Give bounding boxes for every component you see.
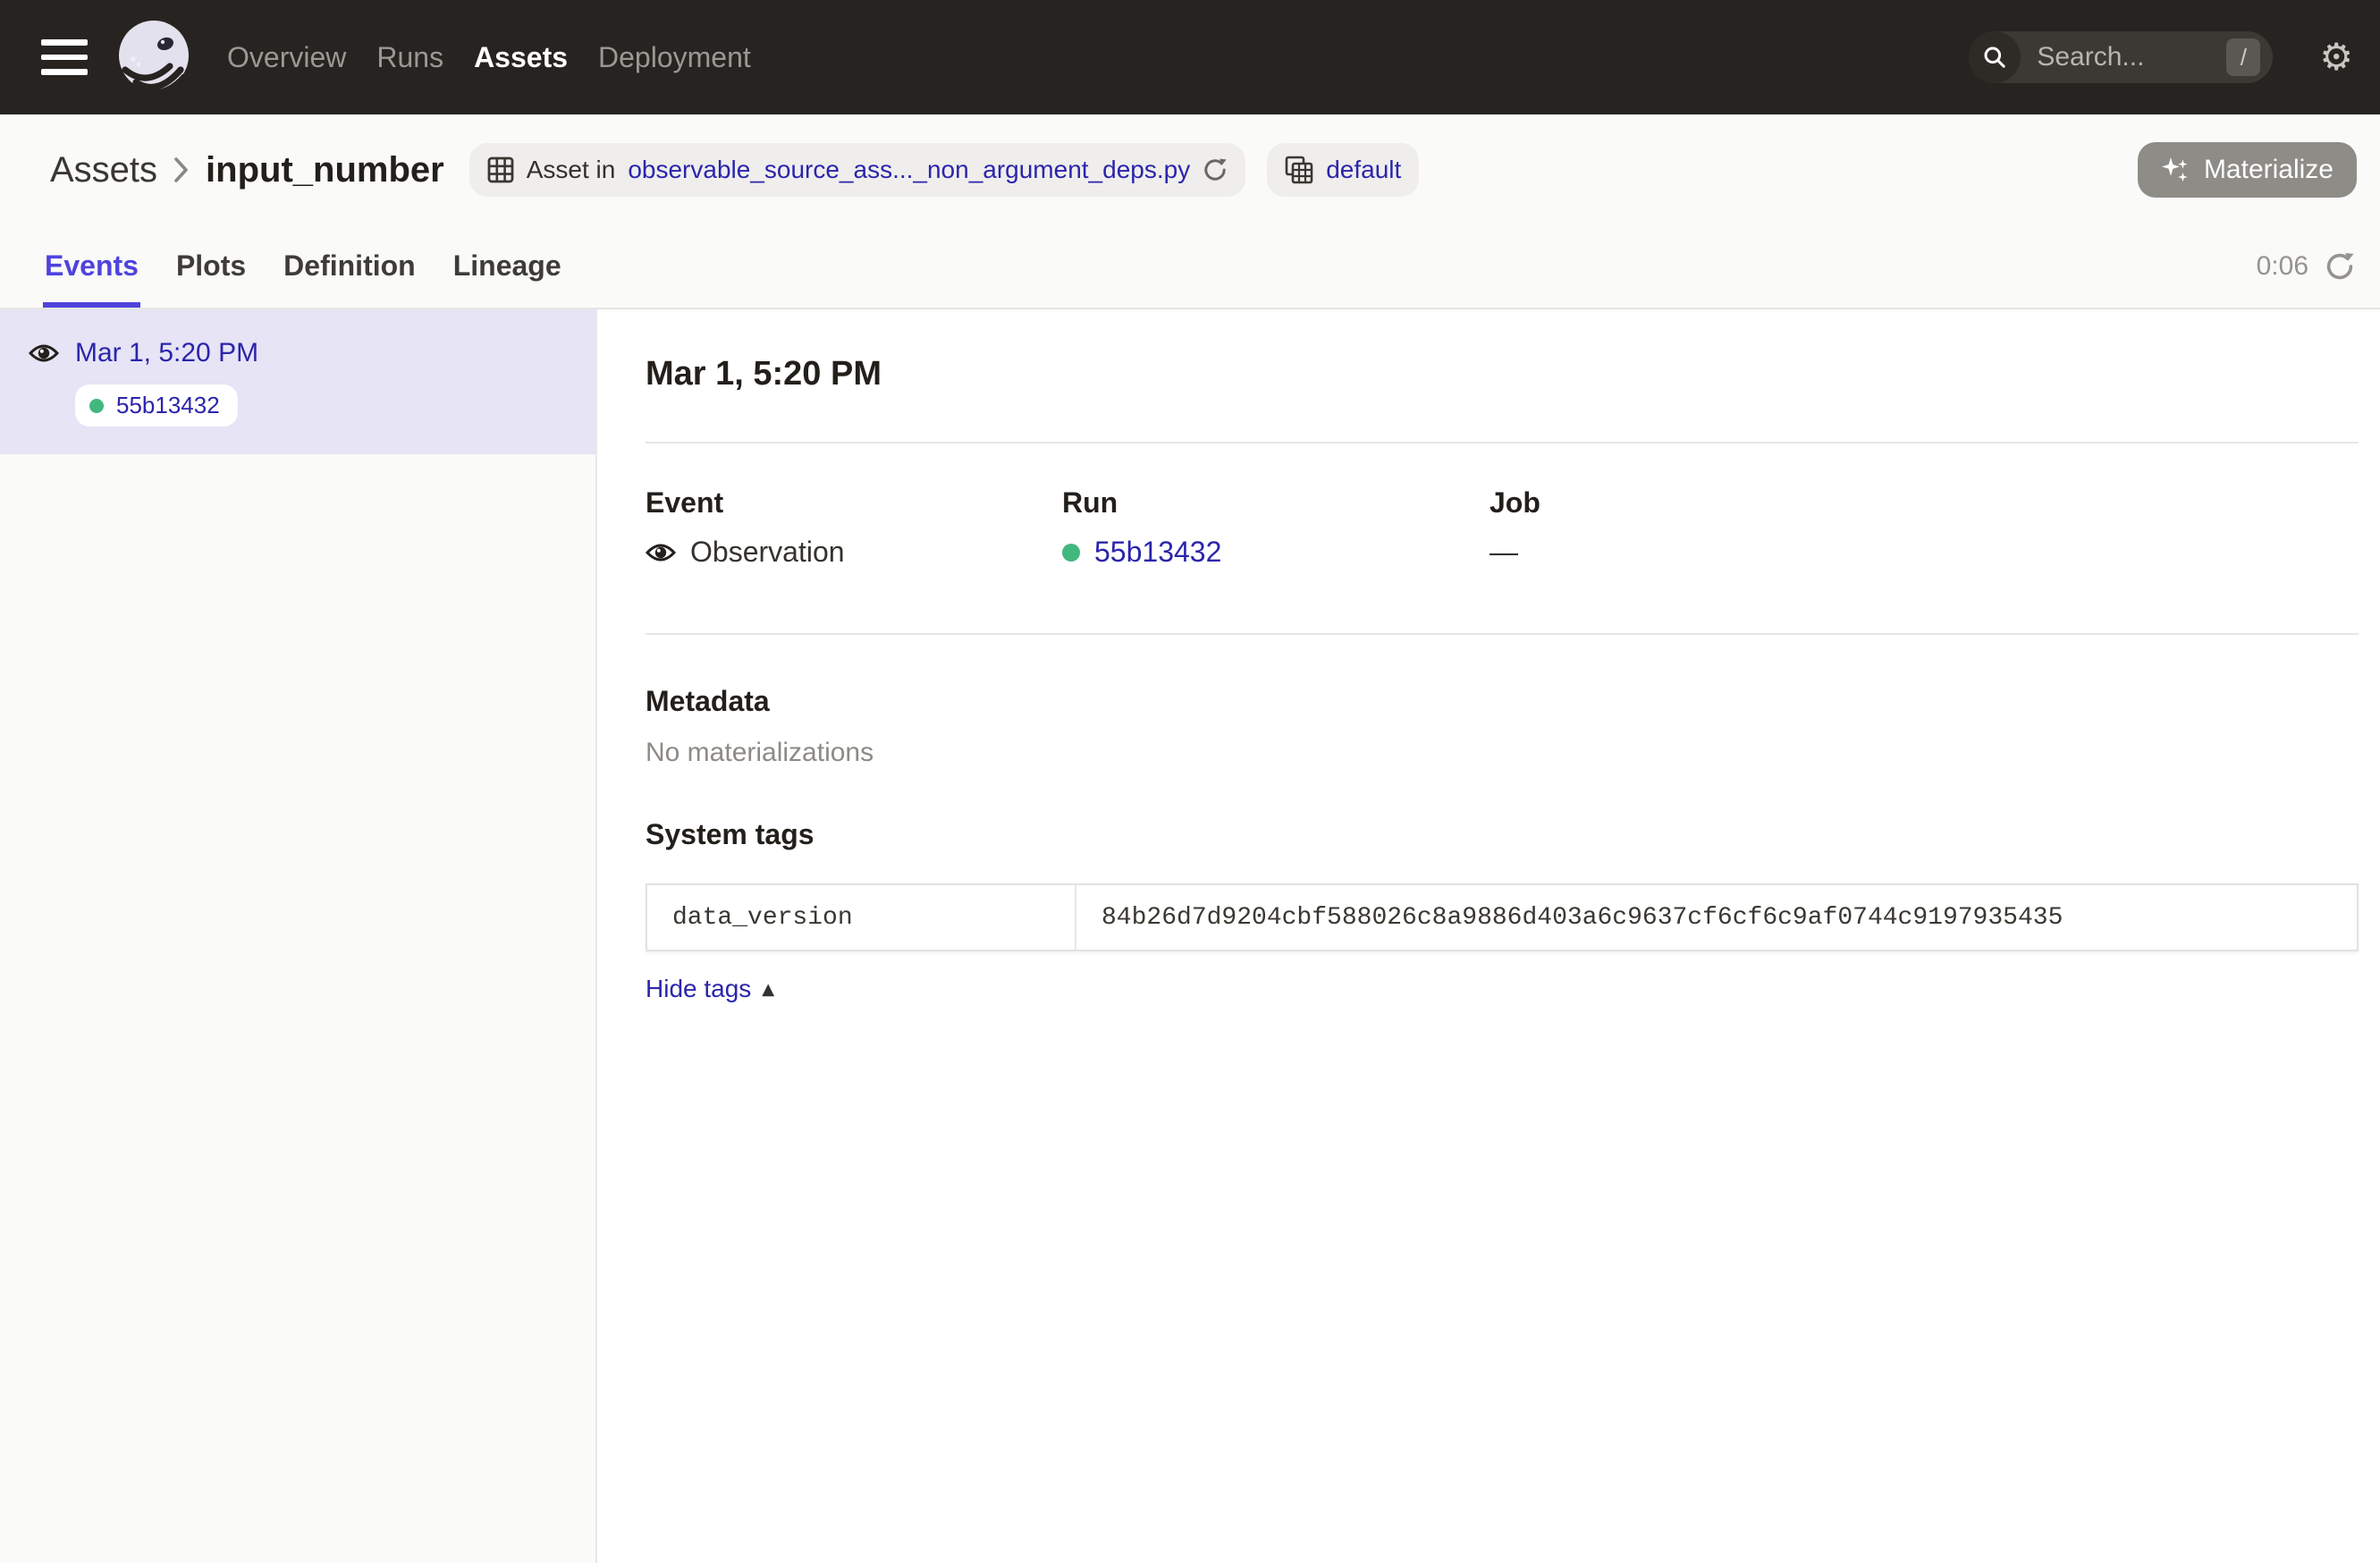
asset-header: Assets input_number Asset in observable_… [0,114,2380,225]
search-shortcut-key: / [2226,38,2260,76]
table-row: data_version 84b26d7d9204cbf588026c8a988… [646,884,2358,950]
hide-tags-link[interactable]: Hide tags ▲ [646,975,774,1003]
app-window: Overview Runs Assets Deployment Search..… [0,0,2380,1563]
refresh-countdown: 0:06 [2257,251,2308,282]
asset-badge-prefix: Asset in [527,156,616,184]
run-link[interactable]: 55b13432 [1094,536,1221,569]
materialize-button-label: Materialize [2204,155,2334,185]
system-tags-table: data_version 84b26d7d9204cbf588026c8a988… [646,883,2359,951]
tab-plots[interactable]: Plots [174,225,248,308]
chevron-right-icon [173,156,190,183]
system-tags-heading: System tags [646,818,2359,851]
search-placeholder: Search... [2037,42,2226,72]
event-summary-grid: Event Run Job Observation 55b13432 — [646,486,2359,569]
reload-definition-icon[interactable] [1203,157,1228,182]
sparkles-icon [2161,156,2190,184]
tab-lineage[interactable]: Lineage [452,225,563,308]
observation-eye-icon [646,541,676,564]
run-value: 55b13432 [1062,536,1490,569]
run-status-dot [89,399,104,413]
page-title: input_number [206,150,444,190]
event-column-header: Event [646,486,1062,520]
asset-tabs: Events Plots Definition Lineage 0:06 [0,225,2380,309]
settings-gear-icon[interactable]: ⚙ [2319,38,2353,76]
menu-icon[interactable] [41,39,88,75]
run-status-dot [1062,544,1080,562]
search-icon [1969,31,2021,83]
top-navbar: Overview Runs Assets Deployment Search..… [0,0,2380,114]
materialize-button[interactable]: Materialize [2138,142,2357,198]
event-list-item[interactable]: Mar 1, 5:20 PM 55b13432 [0,309,595,454]
divider [646,633,2359,635]
tab-events[interactable]: Events [43,225,140,308]
run-id: 55b13432 [116,392,220,419]
table-grid-icon [487,156,514,183]
caret-up-icon: ▲ [762,980,774,999]
metadata-empty-text: No materializations [646,738,2359,768]
divider [646,442,2359,444]
event-timestamp: Mar 1, 5:20 PM [75,338,258,368]
repo-location-icon [1285,156,1313,184]
nav-item-deployment[interactable]: Deployment [598,41,751,74]
event-detail-title: Mar 1, 5:20 PM [646,352,2359,395]
refresh-icon[interactable] [2325,251,2355,282]
event-type-value: Observation [646,536,1062,569]
primary-nav: Overview Runs Assets Deployment [227,41,751,74]
dagster-logo-icon[interactable] [111,14,197,100]
nav-item-assets[interactable]: Assets [474,41,568,74]
run-column-header: Run [1062,486,1490,520]
repository-badge: default [1267,143,1419,197]
tab-definition[interactable]: Definition [282,225,418,308]
search-input[interactable]: Search... / [1969,31,2273,83]
repository-default-link[interactable]: default [1326,156,1401,184]
run-chip[interactable]: 55b13432 [75,384,238,427]
job-column-header: Job [1490,486,2359,520]
breadcrumb-assets-link[interactable]: Assets [50,150,157,190]
asset-definition-link[interactable]: observable_source_ass..._non_argument_de… [628,156,1190,184]
hide-tags-label: Hide tags [646,975,751,1003]
metadata-heading: Metadata [646,685,2359,718]
job-value: — [1490,536,2359,569]
event-detail-panel: Mar 1, 5:20 PM Event Run Job Observation… [597,309,2380,1563]
nav-item-overview[interactable]: Overview [227,41,346,74]
tag-value-cell: 84b26d7d9204cbf588026c8a9886d403a6c9637c… [1076,884,2358,950]
nav-item-runs[interactable]: Runs [376,41,443,74]
events-content: Mar 1, 5:20 PM 55b13432 Mar 1, 5:20 PM E… [0,309,2380,1563]
tag-key-cell: data_version [646,884,1076,950]
event-list-sidebar: Mar 1, 5:20 PM 55b13432 [0,309,597,1563]
observation-eye-icon [29,342,59,365]
asset-definition-badge: Asset in observable_source_ass..._non_ar… [469,143,1245,197]
